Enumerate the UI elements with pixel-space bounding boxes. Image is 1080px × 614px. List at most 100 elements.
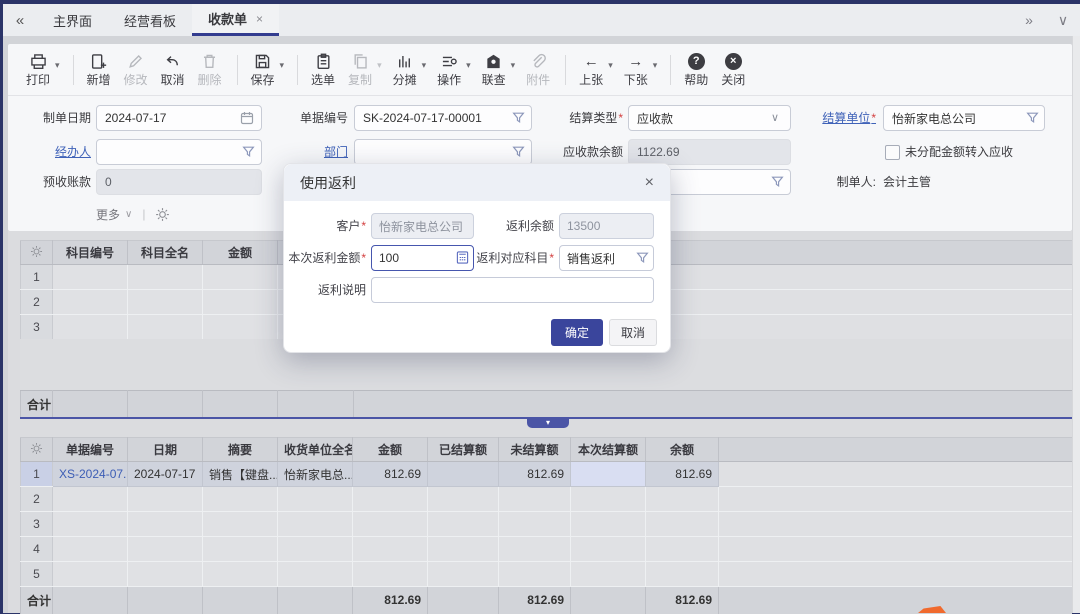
- rebate-note-input[interactable]: [371, 277, 654, 303]
- column-header[interactable]: 余额: [646, 438, 719, 462]
- make-date-input[interactable]: [96, 105, 262, 131]
- tabbar-right-controls: » ∨: [1012, 4, 1080, 36]
- cell-summary[interactable]: 销售【键盘...: [203, 462, 278, 487]
- table-row[interactable]: 5: [21, 562, 1073, 587]
- unallocated-checkbox[interactable]: [885, 145, 900, 160]
- cell[interactable]: [203, 290, 278, 315]
- cell[interactable]: [128, 265, 203, 290]
- collapse-tabs-button[interactable]: «: [3, 4, 37, 36]
- column-header[interactable]: 金额: [203, 241, 278, 265]
- column-header[interactable]: 摘要: [203, 438, 278, 462]
- row-filler: [719, 562, 1073, 587]
- row-number: 1: [21, 265, 53, 290]
- settings-gear-icon[interactable]: [155, 207, 170, 222]
- calendar-icon[interactable]: [240, 111, 254, 128]
- undo-button[interactable]: 取消: [159, 53, 187, 87]
- settle-type-select[interactable]: [628, 105, 791, 131]
- column-header[interactable]: 科目编号: [53, 241, 128, 265]
- cell-unsettled[interactable]: 812.69: [499, 462, 571, 487]
- save-button[interactable]: 保存: [249, 53, 277, 87]
- close-doc-button[interactable]: × 关闭: [719, 53, 747, 87]
- caret-down-icon[interactable]: ▾: [511, 60, 516, 71]
- table-row[interactable]: 4: [21, 537, 1073, 562]
- doc-no-link[interactable]: XS-2024-07...: [53, 462, 128, 487]
- caret-down-icon[interactable]: ▾: [653, 60, 658, 71]
- cell[interactable]: [128, 315, 203, 340]
- caret-down-icon[interactable]: ▾: [422, 60, 427, 71]
- column-header[interactable]: 未结算额: [499, 438, 571, 462]
- cell[interactable]: [53, 265, 128, 290]
- cell[interactable]: [53, 290, 128, 315]
- table-gear-icon[interactable]: [21, 438, 53, 462]
- more-tabs-button[interactable]: »: [1012, 12, 1046, 28]
- help-button[interactable]: ? 帮助: [682, 53, 710, 87]
- settle-unit-input[interactable]: [883, 105, 1045, 131]
- filter-icon[interactable]: [636, 251, 649, 267]
- column-header[interactable]: 金额: [353, 438, 428, 462]
- print-icon: [30, 53, 47, 71]
- dialog-header[interactable]: 使用返利 ×: [284, 164, 670, 201]
- table-gear-icon[interactable]: [21, 241, 53, 265]
- cell-balance[interactable]: 812.69: [646, 462, 719, 487]
- next-doc-button[interactable]: → 下张: [622, 53, 650, 87]
- add-button[interactable]: 新增: [85, 53, 113, 87]
- tab-close-icon[interactable]: ×: [256, 12, 263, 26]
- tab-business-dashboard[interactable]: 经营看板: [108, 4, 192, 36]
- table-row[interactable]: 3: [21, 512, 1073, 537]
- cell[interactable]: [128, 290, 203, 315]
- header-filler: [719, 438, 1073, 462]
- caret-down-icon[interactable]: ▾: [466, 60, 471, 71]
- operate-button[interactable]: 操作: [435, 53, 463, 87]
- agent-label-link[interactable]: 经办人: [8, 139, 91, 165]
- doc-no-input[interactable]: [354, 105, 532, 131]
- total-balance: 812.69: [646, 587, 719, 614]
- cell-unit[interactable]: 怡新家电总...: [278, 462, 353, 487]
- column-header[interactable]: 收货单位全名: [278, 438, 353, 462]
- cell[interactable]: [203, 265, 278, 290]
- cell[interactable]: [53, 315, 128, 340]
- cell-amount[interactable]: 812.69: [353, 462, 428, 487]
- print-button[interactable]: 打印: [24, 53, 52, 87]
- toolbar-separator: [565, 55, 566, 85]
- tab-menu-button[interactable]: ∨: [1046, 12, 1080, 29]
- department-input[interactable]: [354, 139, 532, 165]
- row-filler: [719, 512, 1073, 537]
- unallocated-checkbox-label[interactable]: 未分配金额转入应收: [905, 139, 1013, 165]
- table-row-selected[interactable]: 1 XS-2024-07... 2024-07-17 销售【键盘... 怡新家电…: [21, 462, 1073, 487]
- caret-down-icon[interactable]: ▾: [55, 60, 60, 71]
- more-button[interactable]: 更多: [96, 206, 120, 223]
- window-left-border: [0, 0, 3, 613]
- dialog-close-icon[interactable]: ×: [645, 174, 654, 192]
- settle-unit-label-link[interactable]: 结算单位*: [768, 105, 876, 131]
- agent-input[interactable]: [96, 139, 262, 165]
- caret-down-icon[interactable]: ▾: [608, 60, 613, 71]
- cell[interactable]: [203, 315, 278, 340]
- tab-main-screen[interactable]: 主界面: [37, 4, 108, 36]
- department-label-link[interactable]: 部门: [263, 139, 348, 165]
- table-row[interactable]: 2: [21, 487, 1073, 512]
- column-header[interactable]: 本次结算额: [571, 438, 646, 462]
- tab-receipt-doc[interactable]: 收款单 ×: [192, 4, 279, 36]
- cell-this-settle[interactable]: [571, 462, 646, 487]
- filter-icon[interactable]: [1026, 111, 1039, 127]
- cell-settled[interactable]: [428, 462, 499, 487]
- cell-date[interactable]: 2024-07-17: [128, 462, 203, 487]
- linked-query-button[interactable]: 联查: [480, 53, 508, 87]
- toolbar-separator: [670, 55, 671, 85]
- caret-down-icon: ▾: [377, 60, 382, 71]
- filter-icon[interactable]: [242, 145, 255, 161]
- column-header[interactable]: 日期: [128, 438, 203, 462]
- column-header[interactable]: 科目全名: [128, 241, 203, 265]
- allocate-button[interactable]: 分摊: [391, 53, 419, 87]
- splitter-collapse-handle[interactable]: ▾: [527, 419, 569, 428]
- add-doc-icon: [90, 53, 107, 71]
- column-header[interactable]: 已结算额: [428, 438, 499, 462]
- column-header[interactable]: 单据编号: [53, 438, 128, 462]
- prev-doc-button[interactable]: ← 上张: [577, 53, 605, 87]
- confirm-button[interactable]: 确定: [551, 319, 603, 346]
- scrollbar-track[interactable]: [1072, 36, 1080, 613]
- attachment-button: 附件: [524, 53, 552, 87]
- cancel-button[interactable]: 取消: [609, 319, 657, 346]
- select-doc-button[interactable]: 选单: [309, 53, 337, 87]
- caret-down-icon[interactable]: ▾: [280, 60, 285, 71]
